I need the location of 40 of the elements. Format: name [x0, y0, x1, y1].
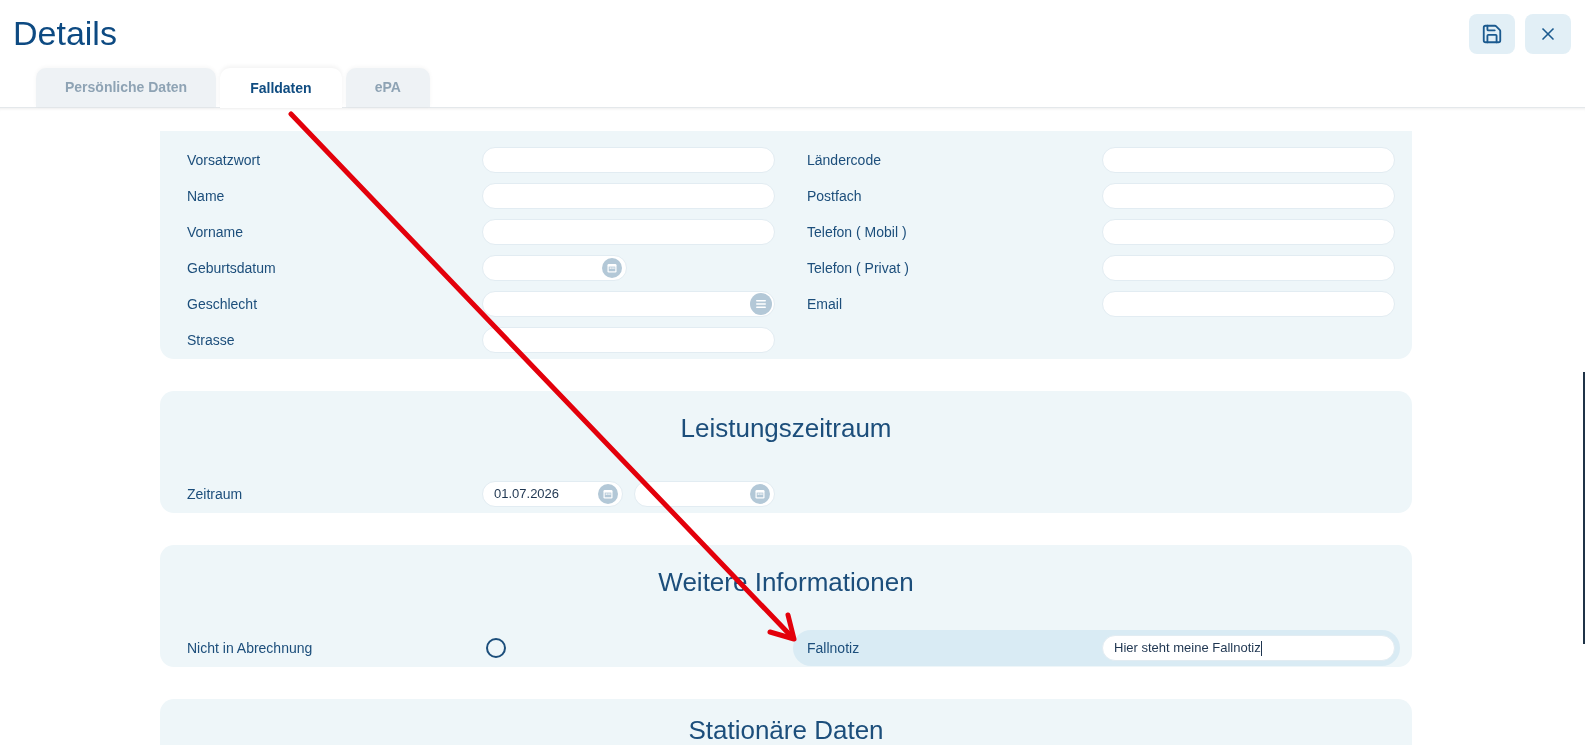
field-label: Name [187, 186, 226, 206]
tab[interactable]: Falldaten [220, 68, 342, 108]
radio-button[interactable] [486, 638, 506, 658]
field-label: Geburtsdatum [187, 258, 277, 278]
text-field[interactable]: Hier steht meine Fallnotiz [1102, 635, 1395, 661]
field-label: Nicht in Abrechnung [187, 638, 314, 658]
field-label: Strasse [187, 330, 236, 350]
section-title: Stationäre Daten [687, 717, 885, 743]
field-label: Telefon ( Privat ) [807, 258, 910, 278]
text-field[interactable] [482, 147, 775, 173]
date-field[interactable]: 01.07.2026 [482, 481, 623, 507]
page-title: Details [12, 13, 117, 53]
field-label: Telefon ( Mobil ) [807, 222, 908, 242]
field-label: Zeitraum [187, 484, 244, 504]
text-field[interactable] [1102, 219, 1395, 245]
scrollbar-thumb[interactable] [1583, 372, 1585, 644]
calendar-icon[interactable] [750, 484, 770, 504]
field-label: Fallnotiz [807, 638, 861, 658]
text-field[interactable] [482, 327, 775, 353]
list-icon[interactable] [750, 293, 772, 315]
text-field[interactable] [482, 183, 775, 209]
text-field[interactable] [1102, 291, 1395, 317]
field-label: Ländercode [807, 150, 882, 170]
close-button[interactable] [1525, 14, 1571, 54]
field-label: Email [807, 294, 843, 314]
calendar-icon[interactable] [602, 258, 622, 278]
text-field[interactable] [1102, 147, 1395, 173]
calendar-icon[interactable] [598, 484, 618, 504]
text-field[interactable] [1102, 255, 1395, 281]
field-label: Vorname [187, 222, 245, 242]
save-button[interactable] [1469, 14, 1515, 54]
text-field[interactable] [1102, 183, 1395, 209]
date-field[interactable] [634, 481, 775, 507]
date-field[interactable] [482, 255, 627, 281]
select-field[interactable] [482, 291, 775, 317]
section-title: Leistungszeitraum [679, 415, 893, 441]
field-label: Postfach [807, 186, 863, 206]
field-label: Vorsatzwort [187, 150, 262, 170]
field-label: Geschlecht [187, 294, 259, 314]
text-field[interactable] [482, 219, 775, 245]
